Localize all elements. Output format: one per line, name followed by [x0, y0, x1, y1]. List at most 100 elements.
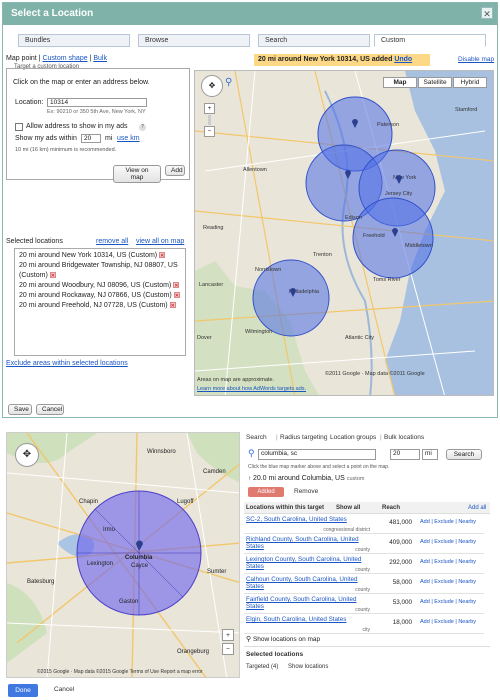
pan-control[interactable]: ✥ — [15, 443, 39, 467]
remove-button[interactable]: Remove — [294, 488, 318, 495]
done-button[interactable]: Done — [8, 684, 38, 697]
list-item: 20 mi around Bridgewater Township, NJ 08… — [19, 261, 181, 281]
selected-locations-label: Selected locations — [6, 238, 63, 245]
map-canvas[interactable]: Paterson New York Jersey City Edison Tre… — [195, 71, 494, 396]
tab-search[interactable]: Search — [246, 434, 267, 441]
map-place-label: Norristown — [255, 267, 281, 273]
remove-icon[interactable]: ✕ — [169, 302, 176, 309]
table-row: Lexington County, South Carolina, United… — [244, 555, 484, 574]
learn-more-link[interactable]: Learn more about how AdWords targets ads… — [197, 386, 306, 392]
map-place-label: Dover — [197, 335, 212, 341]
map-canvas[interactable]: Columbia Lexington Cayce Irmo Sumter Cam… — [7, 433, 240, 678]
view-on-map-button[interactable]: View on map — [113, 165, 161, 183]
custom-shape-link[interactable]: Custom shape — [42, 55, 87, 62]
location-name-link[interactable]: SC-2, South Carolina, United States — [246, 516, 370, 523]
map-place-label: Freehold — [363, 233, 385, 239]
exclude-areas-link[interactable]: Exclude areas within selected locations — [6, 360, 128, 367]
zoom-in-button[interactable]: + — [204, 103, 215, 114]
map-place-label: Middletown — [405, 243, 433, 249]
added-location: ↑ 20.0 mi around Columbia, US custom — [248, 475, 364, 482]
map-type-satellite-button[interactable]: Satellite — [418, 77, 452, 88]
zoom-out-button[interactable]: − — [222, 643, 234, 655]
reach-value: 409,000 — [389, 539, 412, 546]
map-pin-tool-icon[interactable]: ⚲ — [225, 77, 235, 91]
radius-input[interactable]: 20 — [390, 449, 420, 460]
map-place-label: Batesburg — [27, 579, 54, 585]
location-text: 20 mi around Bridgewater Township, NJ 08… — [19, 262, 178, 279]
map-place-label: Winnsboro — [147, 449, 176, 455]
row-actions[interactable]: Add | Exclude | Nearby — [420, 559, 476, 565]
row-actions[interactable]: Add | Exclude | Nearby — [420, 619, 476, 625]
targeted-count[interactable]: Targeted (4) — [246, 664, 278, 670]
search-button[interactable]: Search — [446, 449, 482, 460]
tab-bulk-locations[interactable]: Bulk locations — [384, 434, 424, 441]
added-banner: 20 mi around New York 10314, US added Un… — [254, 54, 430, 66]
map-place-label: Sumter — [207, 569, 226, 575]
row-actions[interactable]: Add | Exclude | Nearby — [420, 579, 476, 585]
pan-control[interactable]: ✥ — [201, 75, 223, 97]
tab-custom[interactable]: Custom — [374, 34, 486, 47]
location-text: 20 mi around Freehold, NJ 07728, US (Cus… — [19, 302, 168, 309]
show-locations-link[interactable]: Show locations — [288, 664, 328, 670]
cancel-button[interactable]: Cancel — [36, 404, 64, 415]
close-icon[interactable]: ✕ — [481, 7, 493, 19]
units-label: mi — [105, 135, 113, 142]
list-item: 20 mi around Rockaway, NJ 07866, US (Cus… — [19, 291, 181, 301]
map-type-map-button[interactable]: Map — [383, 77, 417, 88]
row-actions[interactable]: Add | Exclude | Nearby — [420, 519, 476, 525]
row-actions[interactable]: Add | Exclude | Nearby — [420, 539, 476, 545]
list-item: 20 mi around New York 10314, US (Custom)… — [19, 251, 181, 261]
marker-tool-icon[interactable]: ⚲ — [248, 448, 255, 459]
map-place-label: Lugoff — [177, 499, 194, 505]
disable-map-link[interactable]: Disable map — [458, 56, 494, 63]
undo-link[interactable]: Undo — [394, 56, 412, 63]
remove-icon[interactable]: ✕ — [173, 282, 180, 289]
zoom-out-button[interactable]: − — [204, 126, 215, 137]
remove-icon[interactable]: ✕ — [49, 272, 56, 279]
cancel-bottom-button[interactable]: Cancel — [54, 686, 74, 693]
remove-icon[interactable]: ✕ — [173, 292, 180, 299]
show-all-dropdown[interactable]: Show all — [336, 505, 360, 511]
add-all-link[interactable]: Add all — [468, 505, 486, 511]
tab-radius-targeting[interactable]: Radius targeting — [280, 434, 327, 441]
dialog-title: Select a Location — [3, 3, 497, 25]
remove-all-link[interactable]: remove all — [96, 238, 128, 245]
map-point-row: Map point | Custom shape | Bulk — [6, 55, 107, 62]
radius-input[interactable]: 20 — [81, 134, 101, 143]
added-location-text: 20.0 mi around Columbia, US — [252, 475, 345, 482]
map-place-label: Camden — [203, 469, 226, 475]
tab-location-groups[interactable]: Location groups — [330, 434, 376, 441]
remove-icon[interactable]: ✕ — [159, 252, 166, 259]
location-example: Ex: 90210 or 350 5th Ave, New York, NY — [47, 109, 146, 115]
use-km-link[interactable]: use km — [117, 135, 140, 142]
row-actions[interactable]: Add | Exclude | Nearby — [420, 599, 476, 605]
zoom-slider-track[interactable] — [208, 115, 211, 125]
tab-search[interactable]: Search — [258, 34, 370, 47]
unit-select[interactable]: mi — [422, 449, 438, 460]
radius-targeting-map[interactable]: Columbia Lexington Cayce Irmo Sumter Cam… — [6, 432, 240, 678]
location-type: city — [362, 627, 371, 633]
list-item: 20 mi around Freehold, NJ 07728, US (Cus… — [19, 301, 181, 311]
allow-address-label: Allow address to show in my ads — [26, 123, 128, 130]
location-name-link[interactable]: Elgin, South Carolina, United States — [246, 616, 370, 623]
location-input[interactable]: 10314 — [47, 98, 147, 107]
add-button[interactable]: Add — [165, 165, 185, 176]
allow-address-checkbox[interactable] — [15, 123, 23, 131]
bulk-link[interactable]: Bulk — [93, 55, 107, 62]
map-point-label[interactable]: Map point — [6, 55, 37, 62]
reach-value: 58,000 — [392, 579, 412, 586]
save-button[interactable]: Save — [8, 404, 32, 415]
tab-browse[interactable]: Browse — [138, 34, 250, 47]
tab-bundles[interactable]: Bundles — [18, 34, 130, 47]
map-type-hybrid-button[interactable]: Hybrid — [453, 77, 487, 88]
help-icon[interactable]: ? — [139, 124, 146, 131]
location-type: county — [355, 567, 370, 573]
zoom-in-button[interactable]: + — [222, 629, 234, 641]
view-all-on-map-link[interactable]: view all on map — [136, 238, 184, 245]
location-search-input[interactable]: columbia, sc — [258, 449, 376, 460]
custom-location-map[interactable]: Paterson New York Jersey City Edison Tre… — [194, 70, 494, 396]
table-row: SC-2, South Carolina, United States congr… — [244, 515, 484, 534]
added-button[interactable]: Added — [248, 487, 284, 497]
map-place-label: Jersey City — [385, 191, 412, 197]
show-locations-on-map[interactable]: ⚲ Show locations on map — [246, 635, 320, 643]
